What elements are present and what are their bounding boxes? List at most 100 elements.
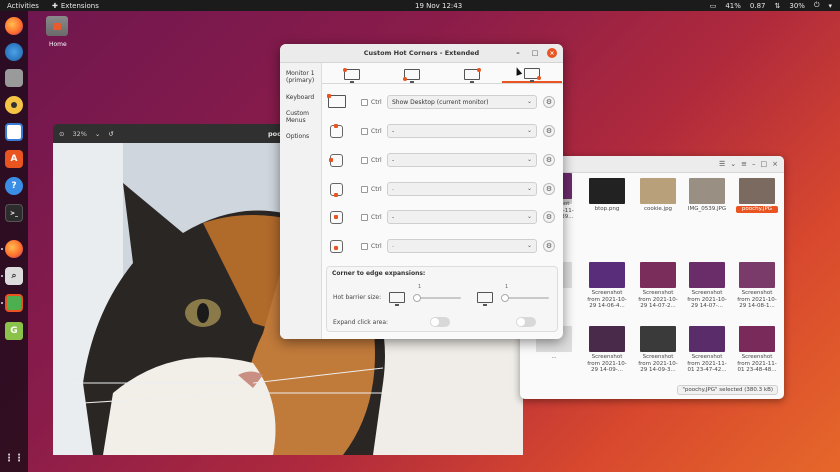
expand-click-label: Expand click area:	[333, 319, 389, 326]
gear-icon[interactable]: ⚙	[543, 211, 555, 223]
hot-barrier-slider-v[interactable]	[503, 297, 549, 299]
files-icon[interactable]	[5, 69, 23, 87]
ctrl-checkbox[interactable]	[361, 243, 368, 250]
list-view-icon[interactable]: ☰	[719, 160, 725, 168]
file-item[interactable]: cookie.jpg	[637, 178, 679, 213]
action-row-corner: Ctrl Show Desktop (current monitor) ⌄ ⚙	[322, 92, 563, 114]
action-row-edge-left: Ctrl - ⌄ ⚙	[322, 150, 563, 172]
action-row-edge-top: Ctrl - ⌄ ⚙	[322, 121, 563, 143]
maximize-icon[interactable]: □	[530, 48, 540, 58]
action-combo[interactable]: - ⌄	[387, 153, 537, 167]
writer-icon[interactable]	[5, 123, 23, 141]
slider-value: 1	[418, 284, 422, 290]
tab-top-left[interactable]	[322, 65, 382, 83]
file-name: Screenshot from 2021-10- 29 14-08-1...	[737, 290, 777, 309]
action-combo[interactable]: - ⌄	[387, 210, 537, 224]
zoom-fit-icon[interactable]: ⊙	[59, 130, 64, 138]
minimize-icon[interactable]: –	[513, 48, 523, 58]
gear-icon[interactable]: ⚙	[543, 183, 555, 195]
firefox-icon[interactable]	[5, 17, 23, 35]
puzzle-icon: ✚	[52, 1, 58, 10]
monitor-horizontal-icon	[389, 292, 405, 306]
maximize-icon[interactable]: □	[761, 160, 768, 168]
file-item[interactable]: Screenshot from 2021-11- 01 23-48-48...	[736, 326, 778, 374]
file-item[interactable]: btop.png	[586, 178, 628, 213]
activities-button[interactable]: Activities	[7, 2, 39, 10]
volume-percent: 30%	[789, 1, 805, 10]
battery-percent: 41%	[725, 1, 741, 10]
gear-icon[interactable]: ⚙	[543, 154, 555, 166]
expansion-title: Corner to edge expansions:	[332, 270, 426, 277]
system-status[interactable]: ▭ 41% 0.87 ⇅ 30% ⏻ ▾	[710, 1, 832, 10]
edge-left-icon	[329, 154, 343, 167]
action-combo[interactable]: - ⌄	[387, 239, 537, 253]
close-icon[interactable]: ×	[547, 48, 557, 58]
close-icon[interactable]: ×	[772, 160, 778, 168]
zoom-level[interactable]: 32%	[72, 130, 86, 138]
chevron-down-icon[interactable]: ⌄	[730, 160, 736, 168]
tab-bottom-right[interactable]	[502, 65, 562, 83]
slider-handle[interactable]	[413, 294, 421, 302]
file-item[interactable]: Screenshot from 2021-10- 29 14-07-...	[686, 262, 728, 310]
thunderbird-icon[interactable]	[5, 43, 23, 61]
top-bar: Activities ✚ Extensions 19 Nov 12:43 ▭ 4…	[0, 0, 840, 11]
file-item[interactable]: Screenshot from 2021-11- 01 23-47-42...	[686, 326, 728, 374]
slider-handle[interactable]	[501, 294, 509, 302]
sidebar-item-monitor[interactable]: Monitor 1 (primary)	[286, 70, 315, 84]
action-combo[interactable]: Show Desktop (current monitor) ⌄	[387, 95, 537, 109]
rhythmbox-icon[interactable]	[5, 96, 23, 114]
rotate-icon[interactable]: ↺	[108, 130, 113, 138]
file-item[interactable]: Screenshot from 2021-10- 29 14-09-...	[586, 326, 628, 374]
software-icon[interactable]: A	[5, 150, 23, 168]
extensions-icon[interactable]	[5, 294, 23, 312]
file-item[interactable]: poochy.JPG	[736, 178, 778, 213]
file-thumbnail	[640, 178, 676, 204]
file-item[interactable]: IMG_0539.JPG	[686, 178, 728, 213]
action-combo[interactable]: - ⌄	[387, 182, 537, 196]
file-item[interactable]: Screenshot from 2021-10- 29 14-09-3...	[637, 326, 679, 374]
tab-bottom-left[interactable]	[382, 65, 442, 83]
app-menu[interactable]: ✚ Extensions	[52, 2, 99, 10]
file-thumbnail	[689, 262, 725, 288]
ctrl-label: Ctrl	[371, 157, 382, 164]
running-indicator	[1, 302, 3, 304]
gimp-icon[interactable]: G	[5, 322, 23, 340]
clock[interactable]: 19 Nov 12:43	[415, 2, 462, 10]
gear-icon[interactable]: ⚙	[543, 125, 555, 137]
help-icon[interactable]: ?	[5, 177, 23, 195]
file-name: btop.png	[594, 206, 620, 212]
sidebar-item-keyboard[interactable]: Keyboard	[286, 94, 314, 101]
edge-expansion-panel: Corner to edge expansions: Hot barrier s…	[326, 266, 558, 332]
home-folder-icon[interactable]	[46, 16, 68, 38]
terminal-icon[interactable]: >_	[5, 204, 23, 222]
sidebar-item-custom-menus[interactable]: Custom Menus	[286, 110, 309, 124]
ctrl-label: Ctrl	[371, 243, 382, 250]
minimize-icon[interactable]: –	[752, 160, 756, 168]
menu-icon[interactable]: ≡	[741, 160, 747, 168]
apps-grid-icon[interactable]: ⋮⋮	[4, 449, 24, 467]
action-combo[interactable]: - ⌄	[387, 124, 537, 138]
file-thumbnail	[739, 326, 775, 352]
sidebar-item-options[interactable]: Options	[286, 133, 309, 140]
file-name: Screenshot from 2021-10- 29 14-09-...	[587, 354, 627, 373]
expand-click-toggle-v[interactable]	[516, 317, 536, 327]
ctrl-checkbox[interactable]	[361, 186, 368, 193]
chevron-down-icon[interactable]: ⌄	[95, 130, 100, 138]
expand-click-toggle-h[interactable]	[430, 317, 450, 327]
file-item[interactable]: Screenshot from 2021-10- 29 14-08-1...	[736, 262, 778, 310]
tab-top-right[interactable]	[442, 65, 502, 83]
action-value: -	[392, 243, 395, 250]
file-name: cookie.jpg	[643, 206, 673, 212]
firefox-icon[interactable]	[5, 240, 23, 258]
search-icon[interactable]: ⌕	[5, 267, 23, 285]
hot-corners-dialog: Custom Hot Corners - Extended – □ × Moni…	[280, 44, 563, 339]
file-item[interactable]: Screenshot from 2021-10- 29 14-07-2...	[637, 262, 679, 310]
ctrl-checkbox[interactable]	[361, 157, 368, 164]
ctrl-checkbox[interactable]	[361, 214, 368, 221]
hot-barrier-slider-h[interactable]	[415, 297, 461, 299]
gear-icon[interactable]: ⚙	[543, 96, 555, 108]
gear-icon[interactable]: ⚙	[543, 240, 555, 252]
ctrl-checkbox[interactable]	[361, 128, 368, 135]
ctrl-checkbox[interactable]	[361, 99, 368, 106]
file-item[interactable]: Screenshot from 2021-10- 29 14-06-4...	[586, 262, 628, 310]
